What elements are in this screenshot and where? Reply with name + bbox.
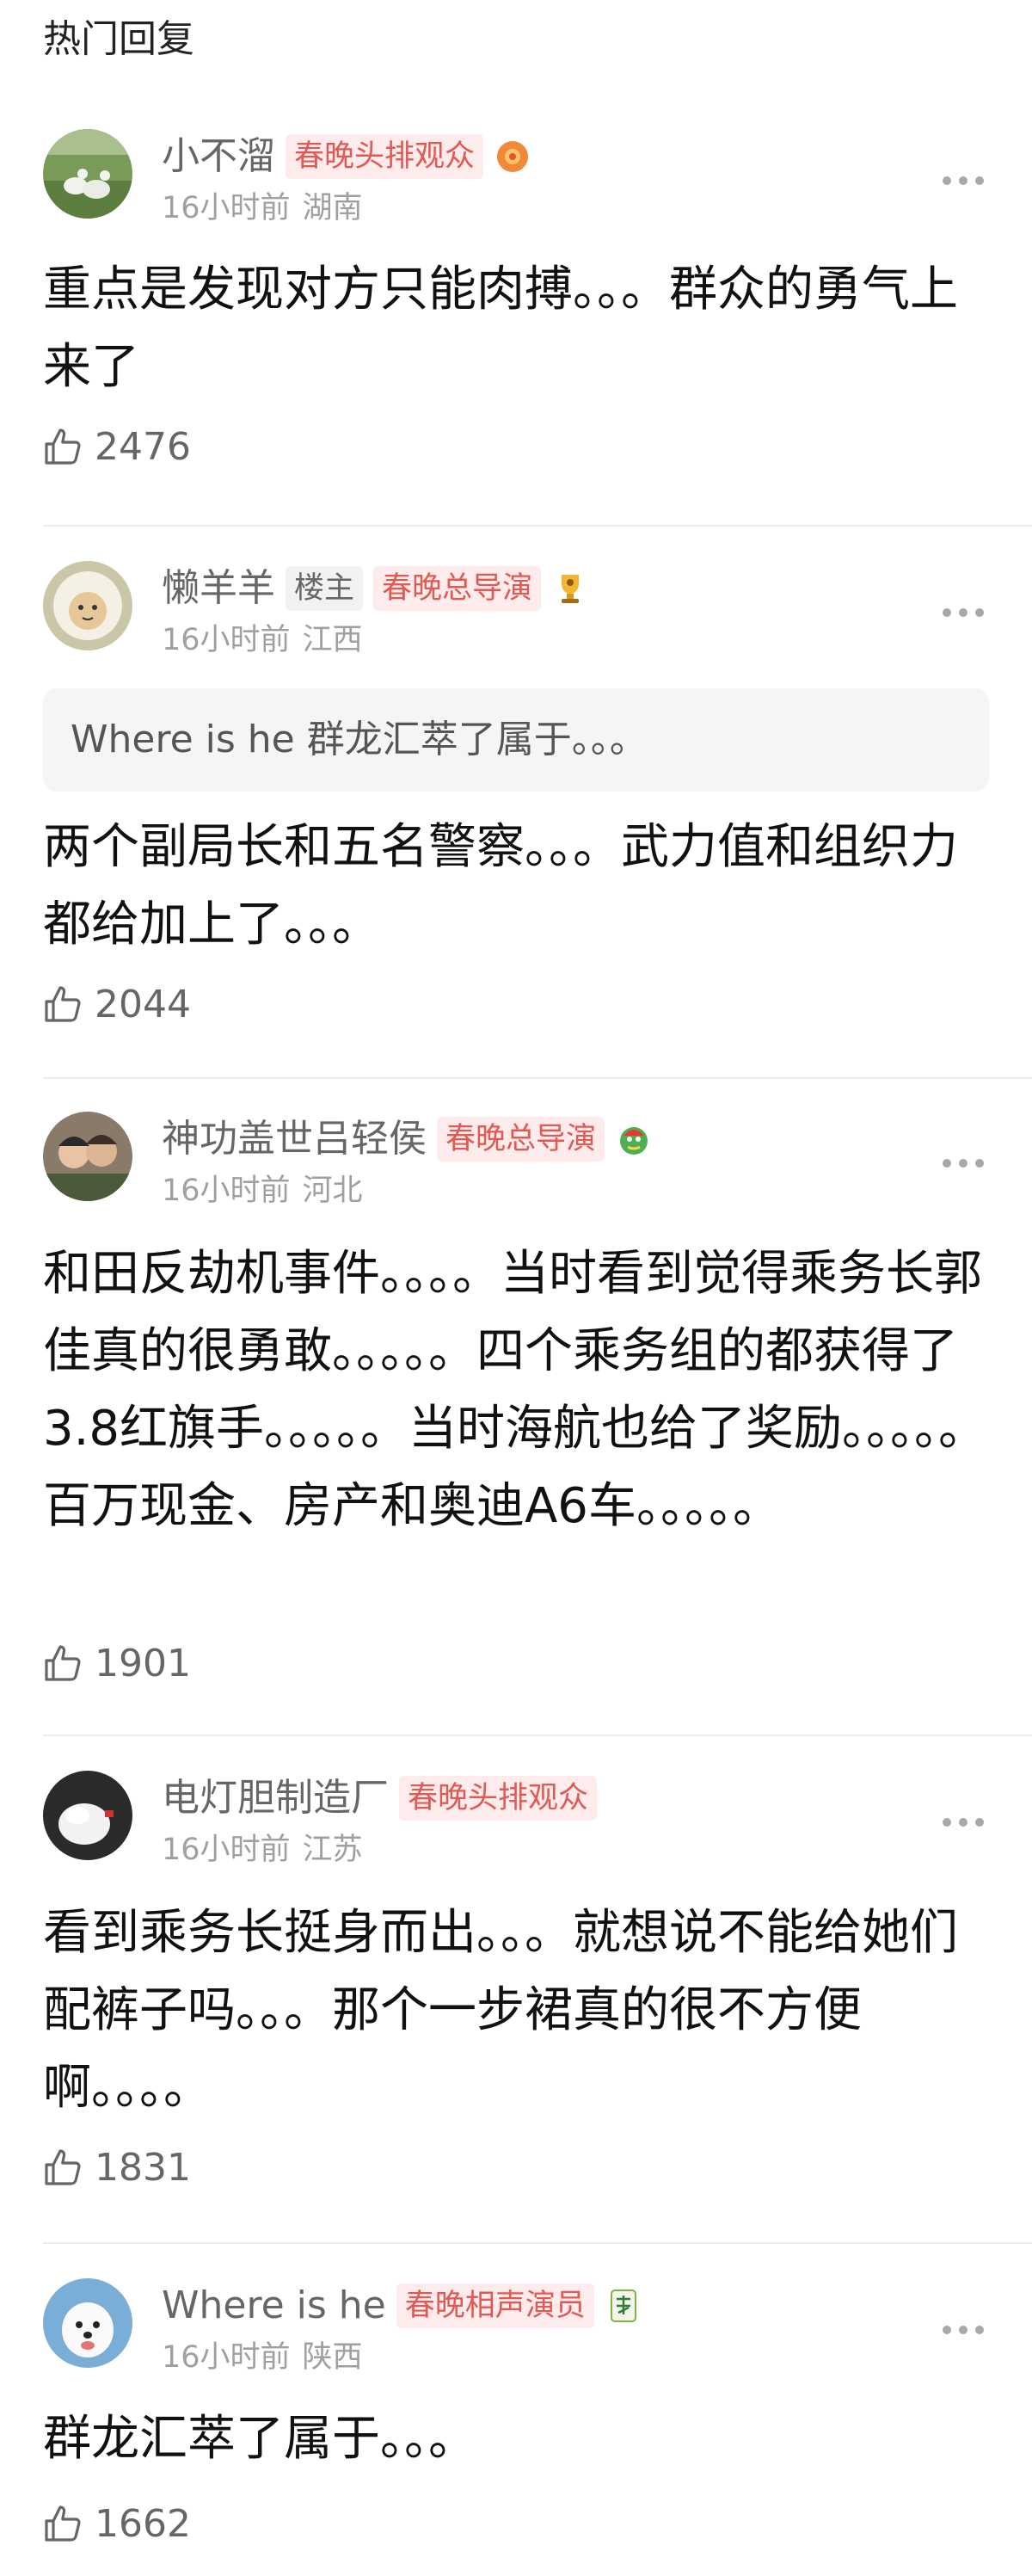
avatar[interactable] bbox=[43, 561, 132, 650]
quoted-reply[interactable]: Where is he 群龙汇萃了属于。。。 bbox=[43, 688, 989, 792]
comment-time: 16小时前 bbox=[162, 1833, 291, 1867]
flower-medal-icon bbox=[497, 141, 529, 172]
divider bbox=[43, 525, 1032, 527]
comment-text: 重点是发现对方只能肉搏。。。群众的勇气上来了 bbox=[43, 262, 958, 395]
like-count: 2044 bbox=[95, 983, 191, 1026]
username[interactable]: 懒羊羊 bbox=[162, 564, 275, 613]
avatar[interactable] bbox=[43, 1112, 132, 1201]
like-button[interactable]: 2476 bbox=[43, 423, 191, 471]
avatar[interactable] bbox=[43, 2278, 132, 2368]
more-options-icon[interactable] bbox=[943, 174, 984, 188]
comment-location: 江苏 bbox=[302, 1833, 363, 1867]
divider bbox=[43, 1077, 1032, 1079]
avatar[interactable] bbox=[43, 129, 132, 219]
divider bbox=[43, 2242, 1032, 2244]
username[interactable]: Where is he bbox=[162, 2282, 386, 2330]
comment-text: 和田反劫机事件。。。。当时看到觉得乘务长郭佳真的很勇敢。。。。。四个乘务组的都获… bbox=[43, 1246, 987, 1534]
thumbs-up-icon bbox=[45, 986, 81, 1022]
username[interactable]: 小不溜 bbox=[162, 132, 275, 181]
thumbs-up-icon bbox=[45, 1645, 81, 1681]
like-count: 1831 bbox=[95, 2146, 191, 2190]
comment-text: 两个副局长和五名警察。。。武力值和组织力都给加上了。。。 bbox=[43, 819, 958, 952]
like-button[interactable]: 2044 bbox=[43, 981, 191, 1029]
like-button[interactable]: 1901 bbox=[43, 1640, 191, 1688]
more-options-icon[interactable] bbox=[943, 2323, 984, 2337]
trophy-medal-icon bbox=[562, 575, 580, 603]
user-badge: 春晚总导演 bbox=[437, 1117, 605, 1162]
op-badge: 楼主 bbox=[286, 566, 364, 611]
avatar[interactable] bbox=[43, 1771, 132, 1860]
user-badge: 春晚相声演员 bbox=[396, 2283, 594, 2328]
like-count: 1662 bbox=[95, 2502, 191, 2546]
comment-time: 16小时前 bbox=[162, 623, 291, 657]
comment-location: 河北 bbox=[302, 1174, 363, 1208]
thumbs-up-icon bbox=[45, 428, 81, 465]
mahjong-fa-icon bbox=[610, 2289, 636, 2322]
like-count: 1901 bbox=[95, 1642, 191, 1685]
user-badge: 春晚总导演 bbox=[373, 566, 542, 611]
user-badge: 春晚头排观众 bbox=[286, 134, 484, 179]
comment-time: 16小时前 bbox=[162, 2340, 291, 2375]
comment-text: 群龙汇萃了属于。。。 bbox=[43, 2411, 476, 2467]
username[interactable]: 神功盖世吕轻侯 bbox=[162, 1115, 427, 1163]
like-count: 2476 bbox=[95, 425, 191, 469]
username[interactable]: 电灯胆制造厂 bbox=[162, 1774, 389, 1822]
comment-text: 看到乘务长挺身而出。。。就想说不能给她们配裤子吗。。。那个一步裙真的很不方便啊。… bbox=[43, 1905, 958, 2116]
comment-location: 江西 bbox=[302, 623, 363, 657]
comment-location: 陕西 bbox=[302, 2340, 363, 2375]
comment-time: 16小时前 bbox=[162, 191, 291, 225]
comment-time: 16小时前 bbox=[162, 1174, 291, 1208]
comment-location: 湖南 bbox=[302, 191, 363, 225]
more-options-icon[interactable] bbox=[943, 1156, 984, 1170]
like-button[interactable]: 1831 bbox=[43, 2144, 191, 2192]
like-button[interactable]: 1662 bbox=[43, 2500, 191, 2548]
more-options-icon[interactable] bbox=[943, 606, 984, 619]
thumbs-up-icon bbox=[45, 2505, 81, 2542]
section-title: 热门回复 bbox=[43, 17, 194, 61]
divider bbox=[43, 1735, 1032, 1736]
more-options-icon[interactable] bbox=[943, 1815, 984, 1829]
thumbs-up-icon bbox=[45, 2149, 81, 2185]
dragon-medal-icon bbox=[620, 1127, 648, 1155]
user-badge: 春晚头排观众 bbox=[399, 1776, 598, 1821]
